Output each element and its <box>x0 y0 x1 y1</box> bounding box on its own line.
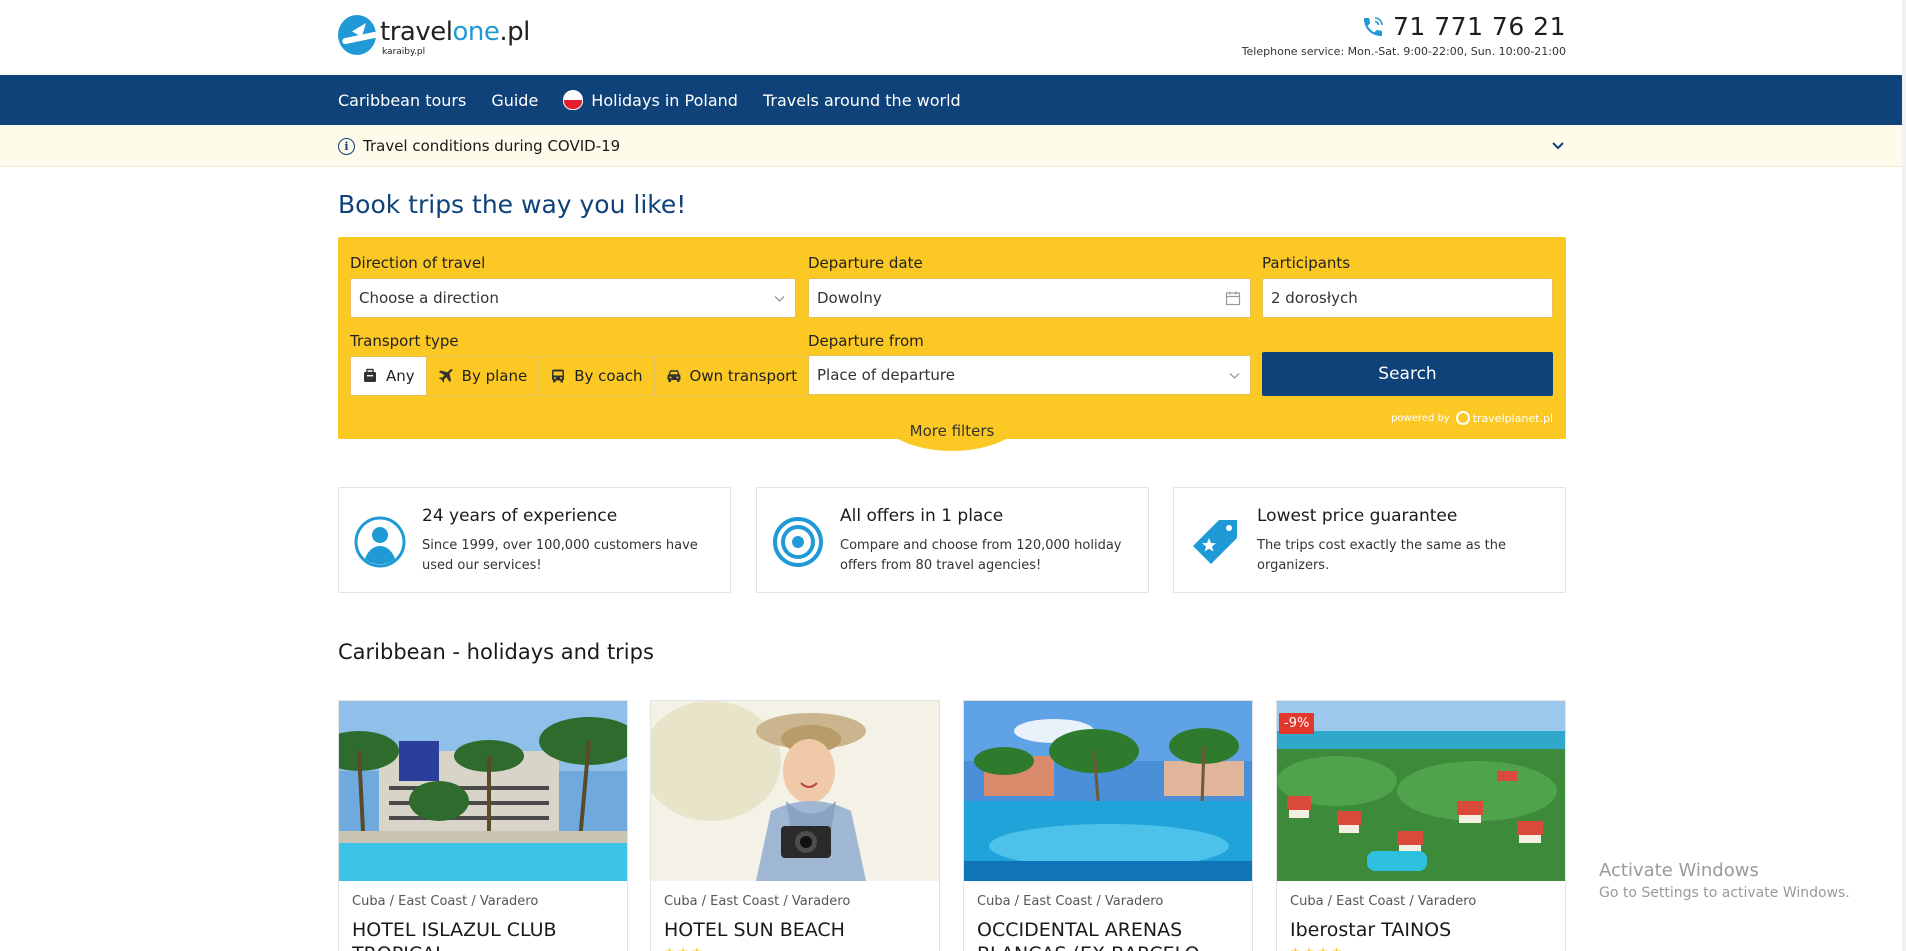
logo-wordmark: travelone.pl <box>380 17 530 47</box>
info-icon: i <box>338 137 355 155</box>
departure-date-label: Departure date <box>808 254 923 272</box>
logo-globe-icon <box>338 15 376 55</box>
travelplanet-logo[interactable]: travelplanet.pl <box>1455 411 1553 425</box>
hotel-card[interactable]: Cuba / East Coast / Varadero HOTEL SUN B… <box>650 700 940 951</box>
transport-option-coach[interactable]: By coach <box>538 357 654 395</box>
feature-title: All offers in 1 place <box>840 506 1004 526</box>
transport-option-any[interactable]: Any <box>351 357 426 395</box>
nav-item-caribbean-tours[interactable]: Caribbean tours <box>338 91 466 110</box>
nav-item-guide[interactable]: Guide <box>491 91 538 110</box>
nav-item-travels-around-world[interactable]: Travels around the world <box>763 91 961 110</box>
departure-from-value: Place of departure <box>817 366 955 384</box>
chevron-down-icon <box>774 296 785 302</box>
transport-option-label: Any <box>386 367 415 385</box>
feature-lowest-price: Lowest price guarantee The trips cost ex… <box>1173 487 1566 593</box>
participants-value: 2 dorosłych <box>1271 289 1358 307</box>
participants-label: Participants <box>1262 254 1351 272</box>
feature-title: Lowest price guarantee <box>1257 506 1458 526</box>
covid-notice-label: Travel conditions during COVID-19 <box>363 137 621 155</box>
hotel-location: Cuba / East Coast / Varadero <box>664 894 851 909</box>
participants-field[interactable]: 2 dorosłych <box>1262 278 1553 318</box>
travelplanet-logo-icon <box>1455 411 1470 425</box>
windows-activation-watermark: Activate Windows Go to Settings to activ… <box>1599 860 1850 901</box>
hotel-name[interactable]: HOTEL SUN BEACH <box>664 918 929 942</box>
watermark-line-2: Go to Settings to activate Windows. <box>1599 885 1850 901</box>
phone-icon <box>1364 16 1383 36</box>
hotel-name[interactable]: OCCIDENTAL ARENAS BLANCAS (EX BARCELO <box>977 918 1242 951</box>
hotel-photo[interactable] <box>1277 701 1565 881</box>
feature-title: 24 years of experience <box>422 506 618 526</box>
direction-select[interactable]: Choose a direction <box>350 278 796 318</box>
chevron-down-icon[interactable] <box>1551 138 1565 152</box>
direction-value: Choose a direction <box>359 289 499 307</box>
nav-item-holidays-in-poland[interactable]: Holidays in Poland <box>563 90 738 110</box>
hotel-photo[interactable] <box>339 701 627 881</box>
discount-badge: -9% <box>1279 713 1315 734</box>
poland-flag-icon <box>563 90 584 110</box>
phone-hours: Telephone service: Mon.-Sat. 9:00-22:00,… <box>1241 45 1566 58</box>
departure-from-select[interactable]: Place of departure <box>808 355 1251 395</box>
transport-option-plane[interactable]: By plane <box>425 357 539 395</box>
powered-by: powered by travelplanet.pl <box>1391 411 1553 425</box>
trip-search-form: Direction of travel Choose a direction D… <box>338 237 1566 439</box>
hotel-location: Cuba / East Coast / Varadero <box>977 894 1164 909</box>
feature-description: Since 1999, over 100,000 customers have … <box>422 538 698 573</box>
section-title: Caribbean - holidays and trips <box>338 640 654 664</box>
transport-type-toggle: Any By plane By coach Own transport <box>350 356 810 396</box>
transport-option-label: Own transport <box>689 367 798 385</box>
covid-notice-bar[interactable]: i Travel conditions during COVID-19 <box>0 125 1902 167</box>
powered-by-label: powered by <box>1391 412 1450 424</box>
target-icon <box>773 517 823 567</box>
nav-item-label: Holidays in Poland <box>591 90 738 110</box>
transport-option-label: By plane <box>461 367 528 385</box>
hotel-photo[interactable] <box>964 701 1252 881</box>
bus-icon <box>552 369 565 383</box>
departure-date-field[interactable]: Dowolny <box>808 278 1251 318</box>
hotel-photo[interactable] <box>651 701 939 881</box>
chevron-down-icon <box>1229 373 1240 379</box>
hotel-name[interactable]: Iberostar TAINOS <box>1290 918 1555 942</box>
transport-type-label: Transport type <box>350 332 459 350</box>
departure-date-value: Dowolny <box>817 289 882 307</box>
transport-option-label: By coach <box>574 367 643 385</box>
search-button[interactable]: Search <box>1262 352 1553 396</box>
site-header: travelone.pl karaiby.pl 71 771 76 21 Tel… <box>0 0 1906 75</box>
transport-option-own[interactable]: Own transport <box>653 357 809 395</box>
logo-subtitle: karaiby.pl <box>382 47 426 57</box>
page-title: Book trips the way you like! <box>338 190 687 219</box>
nav-item-label: Travels around the world <box>762 90 961 110</box>
hotel-name[interactable]: HOTEL ISLAZUL CLUB TROPICAL <box>352 918 617 951</box>
travelplanet-brand: travelplanet.pl <box>1472 411 1553 425</box>
departure-from-label: Departure from <box>808 332 924 350</box>
main-nav: Caribbean tours Guide Holidays in Poland… <box>0 75 1902 125</box>
direction-label: Direction of travel <box>350 254 486 272</box>
hotel-location: Cuba / East Coast / Varadero <box>1290 894 1477 909</box>
plane-icon <box>438 369 453 383</box>
feature-description: The trips cost exactly the same as the o… <box>1257 538 1506 573</box>
hotel-card[interactable]: Cuba / East Coast / Varadero OCCIDENTAL … <box>963 700 1253 951</box>
site-logo[interactable]: travelone.pl karaiby.pl <box>338 15 530 59</box>
page-scrollbar[interactable] <box>1902 0 1906 951</box>
suitcase-icon <box>364 368 376 382</box>
hotel-location: Cuba / East Coast / Varadero <box>352 894 539 909</box>
watermark-line-1: Activate Windows <box>1599 860 1759 881</box>
calendar-icon[interactable] <box>1225 290 1241 306</box>
hotel-card[interactable]: Cuba / East Coast / Varadero HOTEL ISLAZ… <box>338 700 628 951</box>
more-filters-button[interactable]: More filters <box>880 415 1024 451</box>
feature-experience: 24 years of experience Since 1999, over … <box>338 487 731 593</box>
feature-all-offers: All offers in 1 place Compare and choose… <box>756 487 1149 593</box>
user-icon <box>354 516 406 568</box>
feature-description: Compare and choose from 120,000 holiday … <box>840 538 1122 573</box>
hotel-rating-stars: ★★★★ <box>1290 945 1345 951</box>
phone-number[interactable]: 71 771 76 21 <box>1393 12 1566 41</box>
nav-item-label: Caribbean tours <box>338 90 467 110</box>
price-tag-icon <box>1193 520 1237 564</box>
car-icon <box>667 370 681 382</box>
hotel-card[interactable]: -9% Cuba / East Coast / Varadero Iberost… <box>1276 700 1566 951</box>
hotel-rating-stars: ★★★ <box>664 945 705 951</box>
phone-contact: 71 771 76 21 Telephone service: Mon.-Sat… <box>1242 12 1566 58</box>
nav-item-label: Guide <box>491 90 539 110</box>
